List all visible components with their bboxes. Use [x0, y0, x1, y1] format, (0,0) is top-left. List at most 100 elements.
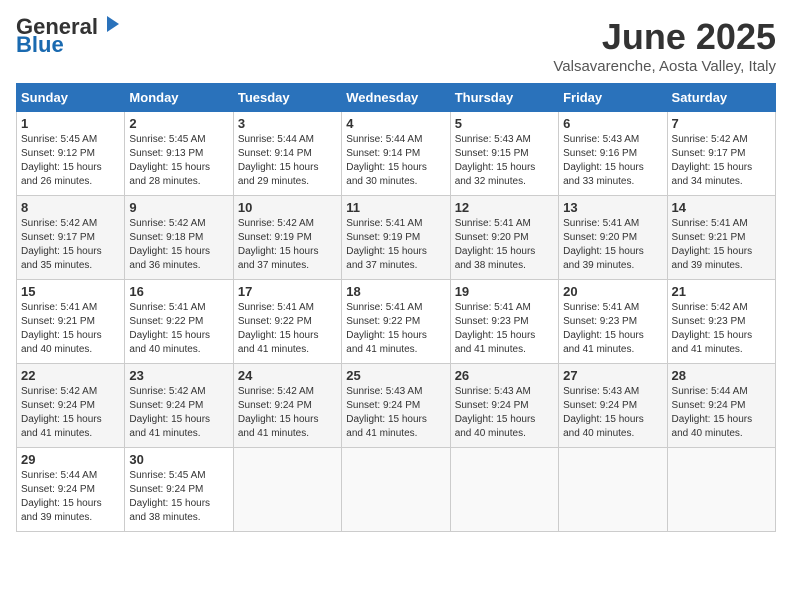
calendar-cell	[667, 448, 775, 532]
day-info: Sunrise: 5:42 AMSunset: 9:24 PMDaylight:…	[129, 385, 228, 441]
header: General Blue June 2025 Valsavarenche, Ao…	[16, 16, 776, 75]
day-info: Sunrise: 5:43 AMSunset: 9:15 PMDaylight:…	[455, 133, 554, 189]
day-number: 1	[21, 116, 120, 131]
day-info: Sunrise: 5:44 AMSunset: 9:14 PMDaylight:…	[238, 133, 337, 189]
month-title: June 2025	[553, 16, 776, 58]
day-number: 25	[346, 368, 445, 383]
day-number: 7	[672, 116, 771, 131]
day-info: Sunrise: 5:42 AMSunset: 9:23 PMDaylight:…	[672, 301, 771, 357]
calendar-cell: 4 Sunrise: 5:44 AMSunset: 9:14 PMDaylight…	[342, 112, 450, 196]
day-header: Tuesday	[233, 84, 341, 112]
day-number: 17	[238, 284, 337, 299]
calendar-table: SundayMondayTuesdayWednesdayThursdayFrid…	[16, 83, 776, 532]
day-number: 16	[129, 284, 228, 299]
calendar-row: 29 Sunrise: 5:44 AMSunset: 9:24 PMDayligh…	[17, 448, 776, 532]
calendar-row: 22 Sunrise: 5:42 AMSunset: 9:24 PMDayligh…	[17, 364, 776, 448]
calendar-header: SundayMondayTuesdayWednesdayThursdayFrid…	[17, 84, 776, 112]
calendar-cell	[559, 448, 667, 532]
calendar-cell: 9 Sunrise: 5:42 AMSunset: 9:18 PMDaylight…	[125, 196, 233, 280]
day-number: 24	[238, 368, 337, 383]
calendar-cell: 11 Sunrise: 5:41 AMSunset: 9:19 PMDayligh…	[342, 196, 450, 280]
day-number: 22	[21, 368, 120, 383]
calendar-cell: 23 Sunrise: 5:42 AMSunset: 9:24 PMDayligh…	[125, 364, 233, 448]
day-info: Sunrise: 5:41 AMSunset: 9:22 PMDaylight:…	[346, 301, 445, 357]
logo: General Blue	[16, 16, 123, 56]
day-info: Sunrise: 5:42 AMSunset: 9:17 PMDaylight:…	[21, 217, 120, 273]
day-info: Sunrise: 5:44 AMSunset: 9:24 PMDaylight:…	[672, 385, 771, 441]
day-number: 8	[21, 200, 120, 215]
calendar-cell: 21 Sunrise: 5:42 AMSunset: 9:23 PMDayligh…	[667, 280, 775, 364]
day-info: Sunrise: 5:41 AMSunset: 9:23 PMDaylight:…	[563, 301, 662, 357]
day-number: 20	[563, 284, 662, 299]
day-number: 28	[672, 368, 771, 383]
day-number: 23	[129, 368, 228, 383]
day-number: 29	[21, 452, 120, 467]
day-info: Sunrise: 5:41 AMSunset: 9:23 PMDaylight:…	[455, 301, 554, 357]
day-info: Sunrise: 5:43 AMSunset: 9:16 PMDaylight:…	[563, 133, 662, 189]
calendar-cell: 14 Sunrise: 5:41 AMSunset: 9:21 PMDayligh…	[667, 196, 775, 280]
day-number: 5	[455, 116, 554, 131]
day-header: Saturday	[667, 84, 775, 112]
day-number: 11	[346, 200, 445, 215]
day-number: 2	[129, 116, 228, 131]
day-number: 27	[563, 368, 662, 383]
calendar-cell: 28 Sunrise: 5:44 AMSunset: 9:24 PMDayligh…	[667, 364, 775, 448]
day-info: Sunrise: 5:42 AMSunset: 9:17 PMDaylight:…	[672, 133, 771, 189]
day-header: Thursday	[450, 84, 558, 112]
day-info: Sunrise: 5:41 AMSunset: 9:21 PMDaylight:…	[672, 217, 771, 273]
day-info: Sunrise: 5:42 AMSunset: 9:24 PMDaylight:…	[238, 385, 337, 441]
day-number: 30	[129, 452, 228, 467]
calendar-cell: 8 Sunrise: 5:42 AMSunset: 9:17 PMDaylight…	[17, 196, 125, 280]
calendar-cell: 29 Sunrise: 5:44 AMSunset: 9:24 PMDayligh…	[17, 448, 125, 532]
calendar-cell: 1 Sunrise: 5:45 AMSunset: 9:12 PMDaylight…	[17, 112, 125, 196]
calendar-cell: 22 Sunrise: 5:42 AMSunset: 9:24 PMDayligh…	[17, 364, 125, 448]
calendar-cell: 7 Sunrise: 5:42 AMSunset: 9:17 PMDaylight…	[667, 112, 775, 196]
day-info: Sunrise: 5:45 AMSunset: 9:24 PMDaylight:…	[129, 469, 228, 525]
location-subtitle: Valsavarenche, Aosta Valley, Italy	[553, 58, 776, 75]
day-info: Sunrise: 5:42 AMSunset: 9:18 PMDaylight:…	[129, 217, 228, 273]
day-number: 15	[21, 284, 120, 299]
day-info: Sunrise: 5:42 AMSunset: 9:24 PMDaylight:…	[21, 385, 120, 441]
day-header: Friday	[559, 84, 667, 112]
calendar-cell: 10Sunrise: 5:42 AMSunset: 9:19 PMDayligh…	[233, 196, 341, 280]
day-number: 12	[455, 200, 554, 215]
logo-blue: Blue	[16, 34, 64, 56]
day-info: Sunrise: 5:43 AMSunset: 9:24 PMDaylight:…	[563, 385, 662, 441]
day-number: 21	[672, 284, 771, 299]
calendar-cell: 26Sunrise: 5:43 AMSunset: 9:24 PMDayligh…	[450, 364, 558, 448]
logo-icon	[101, 14, 123, 36]
calendar-cell: 24 Sunrise: 5:42 AMSunset: 9:24 PMDayligh…	[233, 364, 341, 448]
day-info: Sunrise: 5:41 AMSunset: 9:22 PMDaylight:…	[238, 301, 337, 357]
day-number: 14	[672, 200, 771, 215]
day-info: Sunrise: 5:41 AMSunset: 9:20 PMDaylight:…	[455, 217, 554, 273]
day-info: Sunrise: 5:45 AMSunset: 9:12 PMDaylight:…	[21, 133, 120, 189]
day-number: 4	[346, 116, 445, 131]
calendar-cell: 18 Sunrise: 5:41 AMSunset: 9:22 PMDayligh…	[342, 280, 450, 364]
day-info: Sunrise: 5:41 AMSunset: 9:20 PMDaylight:…	[563, 217, 662, 273]
title-block: June 2025 Valsavarenche, Aosta Valley, I…	[553, 16, 776, 75]
day-number: 3	[238, 116, 337, 131]
day-info: Sunrise: 5:44 AMSunset: 9:14 PMDaylight:…	[346, 133, 445, 189]
calendar-row: 15Sunrise: 5:41 AMSunset: 9:21 PMDayligh…	[17, 280, 776, 364]
day-number: 9	[129, 200, 228, 215]
calendar-body: 1 Sunrise: 5:45 AMSunset: 9:12 PMDaylight…	[17, 112, 776, 532]
day-info: Sunrise: 5:43 AMSunset: 9:24 PMDaylight:…	[455, 385, 554, 441]
day-header: Sunday	[17, 84, 125, 112]
day-number: 6	[563, 116, 662, 131]
calendar-cell	[233, 448, 341, 532]
calendar-cell: 13Sunrise: 5:41 AMSunset: 9:20 PMDayligh…	[559, 196, 667, 280]
day-number: 19	[455, 284, 554, 299]
day-header: Wednesday	[342, 84, 450, 112]
calendar-cell: 6 Sunrise: 5:43 AMSunset: 9:16 PMDaylight…	[559, 112, 667, 196]
calendar-cell: 15Sunrise: 5:41 AMSunset: 9:21 PMDayligh…	[17, 280, 125, 364]
day-info: Sunrise: 5:41 AMSunset: 9:19 PMDaylight:…	[346, 217, 445, 273]
calendar-cell: 12 Sunrise: 5:41 AMSunset: 9:20 PMDayligh…	[450, 196, 558, 280]
calendar-row: 1 Sunrise: 5:45 AMSunset: 9:12 PMDaylight…	[17, 112, 776, 196]
calendar-cell: 2Sunrise: 5:45 AMSunset: 9:13 PMDaylight…	[125, 112, 233, 196]
calendar-cell: 20 Sunrise: 5:41 AMSunset: 9:23 PMDayligh…	[559, 280, 667, 364]
calendar-cell: 3 Sunrise: 5:44 AMSunset: 9:14 PMDaylight…	[233, 112, 341, 196]
day-info: Sunrise: 5:44 AMSunset: 9:24 PMDaylight:…	[21, 469, 120, 525]
calendar-cell: 5 Sunrise: 5:43 AMSunset: 9:15 PMDaylight…	[450, 112, 558, 196]
day-number: 18	[346, 284, 445, 299]
calendar-cell	[450, 448, 558, 532]
